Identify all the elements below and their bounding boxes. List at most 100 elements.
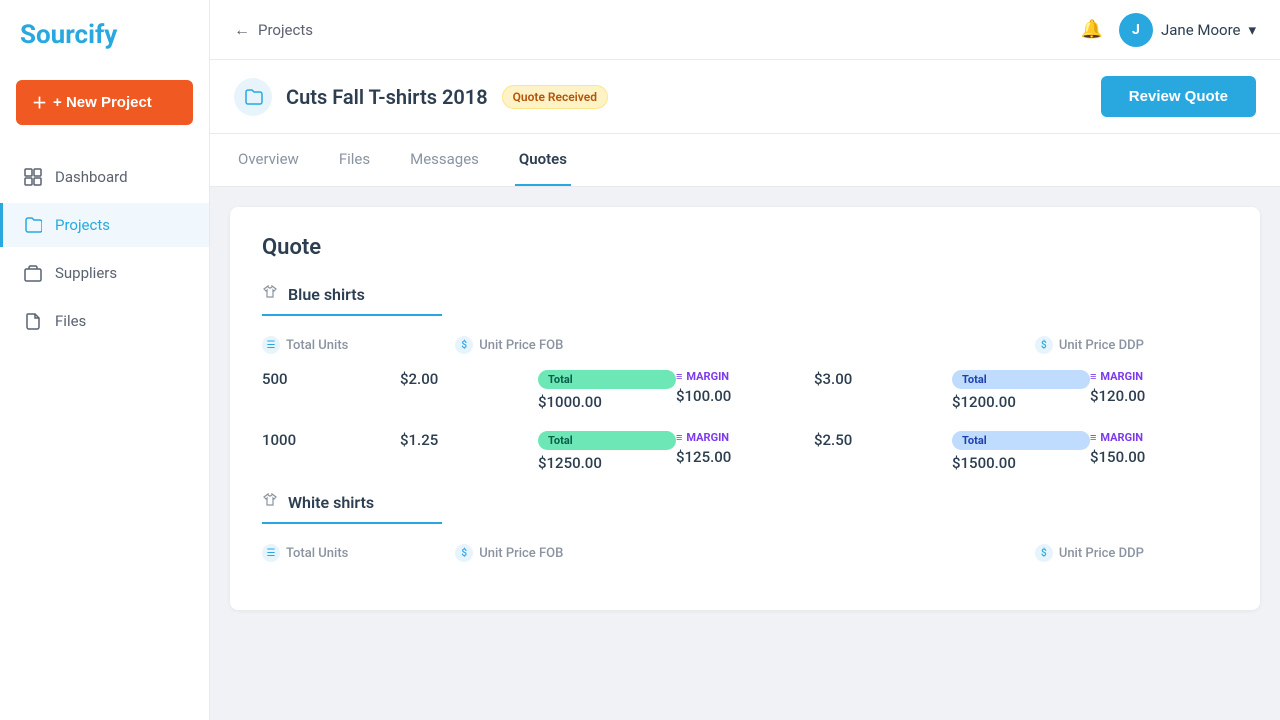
files-icon xyxy=(23,311,43,331)
row2-ddp-margin-group: ≡ MARGIN $150.00 xyxy=(1090,431,1228,466)
tabs-bar: Overview Files Messages Quotes xyxy=(210,134,1280,187)
row2-fob-total-group: Total $1250.00 xyxy=(538,431,676,472)
total-units-col-header: ☰ Total Units xyxy=(262,336,455,354)
quote-heading: Quote xyxy=(262,235,1228,260)
row2-ddp-total-value: $1500.00 xyxy=(952,454,1090,472)
white-shirts-section: White shirts ☰ Total Units $ Unit Price … xyxy=(262,492,1228,562)
row2-fob-price: $1.25 xyxy=(400,431,538,449)
back-arrow-icon: ← xyxy=(234,20,250,40)
blue-shirts-col-headers: ☰ Total Units $ Unit Price FOB $ Unit Pr… xyxy=(262,336,1228,354)
status-badge: Quote Received xyxy=(502,85,608,109)
row1-units: 500 xyxy=(262,370,400,388)
white-fob-price-icon: $ xyxy=(455,544,473,562)
row1-fob-price: $2.00 xyxy=(400,370,538,388)
project-folder-icon xyxy=(234,78,272,116)
margin-icon: ≡ xyxy=(676,370,682,383)
margin-icon-4: ≡ xyxy=(1090,431,1096,444)
avatar: J xyxy=(1119,13,1153,47)
white-units-icon: ☰ xyxy=(262,544,280,562)
unit-price-fob-col-header: $ Unit Price FOB xyxy=(455,336,648,354)
white-shirts-title: White shirts xyxy=(288,493,374,512)
logo-area: Sourcify xyxy=(0,20,209,80)
row2-fob-margin-badge: ≡ MARGIN xyxy=(676,431,814,444)
sidebar-item-projects[interactable]: Projects xyxy=(0,203,209,247)
sidebar-item-projects-label: Projects xyxy=(55,216,110,234)
row1-ddp-total-group: Total $1200.00 xyxy=(952,370,1090,411)
chevron-down-icon: ▾ xyxy=(1248,21,1256,39)
content-area: Quote Blue shirts ☰ Total Units $ xyxy=(210,187,1280,720)
row2-ddp-margin-value: $150.00 xyxy=(1090,448,1228,466)
shirt-icon xyxy=(262,284,278,304)
row1-fob-margin-value: $100.00 xyxy=(676,387,814,405)
breadcrumb[interactable]: ← Projects xyxy=(234,20,313,40)
row1-fob-total-group: Total $1000.00 xyxy=(538,370,676,411)
tab-messages[interactable]: Messages xyxy=(406,134,483,186)
new-project-button[interactable]: ＋ + New Project xyxy=(16,80,193,125)
header-right: 🔔 J Jane Moore ▾ xyxy=(1081,13,1256,47)
blue-shirts-row-1: 500 $2.00 Total $1000.00 ≡ MARGIN $100.0… xyxy=(262,370,1228,411)
row1-fob-margin-badge: ≡ MARGIN xyxy=(676,370,814,383)
row2-ddp-margin-badge: ≡ MARGIN xyxy=(1090,431,1228,444)
white-shirt-icon xyxy=(262,492,278,512)
row2-fob-margin-group: ≡ MARGIN $125.00 xyxy=(676,431,814,466)
tab-files[interactable]: Files xyxy=(335,134,374,186)
units-icon: ☰ xyxy=(262,336,280,354)
projects-icon xyxy=(23,215,43,235)
row1-ddp-total-value: $1200.00 xyxy=(952,393,1090,411)
row1-ddp-margin-value: $120.00 xyxy=(1090,387,1228,405)
review-quote-button[interactable]: Review Quote xyxy=(1101,76,1256,117)
white-ddp-price-icon: $ xyxy=(1035,544,1053,562)
white-shirts-col-headers: ☰ Total Units $ Unit Price FOB $ Unit Pr… xyxy=(262,544,1228,562)
blue-shirts-section-header: Blue shirts xyxy=(262,284,442,316)
project-title: Cuts Fall T-shirts 2018 xyxy=(286,85,488,109)
avatar-initial: J xyxy=(1132,22,1140,38)
row2-ddp-price: $2.50 xyxy=(814,431,952,449)
logo: Sourcify xyxy=(20,20,117,50)
row2-fob-total-badge: Total xyxy=(538,431,676,450)
suppliers-icon xyxy=(23,263,43,283)
white-unit-price-fob-col-header: $ Unit Price FOB xyxy=(455,544,648,562)
sidebar-item-dashboard[interactable]: Dashboard xyxy=(0,155,209,199)
dashboard-icon xyxy=(23,167,43,187)
plus-icon: ＋ xyxy=(32,92,47,113)
sidebar-nav: Dashboard Projects Suppliers Files xyxy=(0,155,209,343)
sidebar-item-files[interactable]: Files xyxy=(0,299,209,343)
row1-ddp-total-badge: Total xyxy=(952,370,1090,389)
blue-shirts-title: Blue shirts xyxy=(288,285,365,304)
blue-shirts-section: Blue shirts ☰ Total Units $ Unit Price F… xyxy=(262,284,1228,472)
unit-price-ddp-col-header: $ Unit Price DDP xyxy=(1035,336,1228,354)
user-name: Jane Moore xyxy=(1161,21,1241,39)
row1-ddp-margin-group: ≡ MARGIN $120.00 xyxy=(1090,370,1228,405)
main-content: ← Projects 🔔 J Jane Moore ▾ Cuts Fall T-… xyxy=(210,0,1280,720)
user-menu[interactable]: J Jane Moore ▾ xyxy=(1119,13,1256,47)
row1-fob-total-badge: Total xyxy=(538,370,676,389)
tab-overview[interactable]: Overview xyxy=(234,134,303,186)
margin-icon-2: ≡ xyxy=(1090,370,1096,383)
ddp-price-icon: $ xyxy=(1035,336,1053,354)
top-header: ← Projects 🔔 J Jane Moore ▾ xyxy=(210,0,1280,60)
white-total-units-col-header: ☰ Total Units xyxy=(262,544,455,562)
sidebar: Sourcify ＋ + New Project Dashboard Proje… xyxy=(0,0,210,720)
row1-ddp-price: $3.00 xyxy=(814,370,952,388)
tab-quotes[interactable]: Quotes xyxy=(515,134,571,186)
margin-icon-3: ≡ xyxy=(676,431,682,444)
row1-fob-margin-group: ≡ MARGIN $100.00 xyxy=(676,370,814,405)
row1-fob-total-value: $1000.00 xyxy=(538,393,676,411)
sidebar-item-dashboard-label: Dashboard xyxy=(55,168,128,186)
breadcrumb-label: Projects xyxy=(258,21,313,39)
row2-fob-margin-value: $125.00 xyxy=(676,448,814,466)
project-header: Cuts Fall T-shirts 2018 Quote Received R… xyxy=(210,60,1280,134)
sidebar-item-suppliers[interactable]: Suppliers xyxy=(0,251,209,295)
project-title-area: Cuts Fall T-shirts 2018 Quote Received xyxy=(234,78,608,116)
white-shirts-section-header: White shirts xyxy=(262,492,442,524)
quote-card: Quote Blue shirts ☰ Total Units $ xyxy=(230,207,1260,610)
row1-ddp-margin-badge: ≡ MARGIN xyxy=(1090,370,1228,383)
row2-fob-total-value: $1250.00 xyxy=(538,454,676,472)
white-unit-price-ddp-col-header: $ Unit Price DDP xyxy=(1035,544,1228,562)
sidebar-item-files-label: Files xyxy=(55,312,86,330)
notification-bell-icon[interactable]: 🔔 xyxy=(1081,19,1103,40)
row2-units: 1000 xyxy=(262,431,400,449)
fob-price-icon: $ xyxy=(455,336,473,354)
row2-ddp-total-group: Total $1500.00 xyxy=(952,431,1090,472)
new-project-label: + New Project xyxy=(53,94,152,111)
